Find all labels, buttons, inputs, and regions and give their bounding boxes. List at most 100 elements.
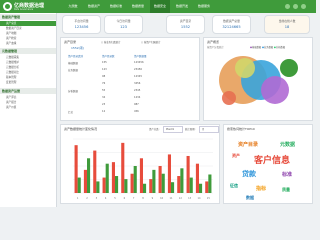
hot-word[interactable]: 元数据 — [280, 141, 295, 148]
bar[interactable] — [74, 145, 78, 193]
panel-title: 资产数据量统计变化情况 — [64, 127, 98, 131]
hot-word[interactable]: 贷款 — [242, 169, 256, 179]
table-row[interactable]: 98 12345 — [66, 74, 176, 80]
user-area[interactable] — [283, 0, 313, 13]
bar[interactable] — [102, 177, 106, 193]
table-row[interactable]: 基础数据 155 123456 — [66, 60, 176, 66]
hot-word[interactable]: 指标 — [256, 185, 266, 192]
stat-value: 123456 — [74, 25, 89, 29]
bar[interactable] — [87, 158, 91, 193]
stat-value: 18 — [284, 25, 290, 29]
nav-item-3[interactable]: 数据标准 — [106, 0, 126, 13]
bar[interactable] — [83, 169, 87, 193]
bar[interactable] — [130, 173, 134, 193]
table-cell: 98 — [102, 75, 106, 78]
bar[interactable] — [152, 169, 156, 193]
bubble[interactable] — [222, 91, 236, 105]
bar[interactable] — [143, 183, 147, 193]
hot-word[interactable]: 资产 — [232, 153, 240, 159]
table-row[interactable]: 分析数据 55 2345 — [66, 88, 176, 94]
stat-label: 当前在线人数 — [278, 19, 296, 23]
table-cell: 123456 — [134, 61, 144, 64]
bar[interactable] — [77, 177, 81, 193]
sidebar-item[interactable]: 资产价值 — [0, 105, 56, 110]
table-row[interactable]: 23 987 — [66, 102, 176, 108]
bar[interactable] — [121, 142, 125, 193]
bubble[interactable] — [261, 76, 289, 104]
table-row[interactable]: 34 1234 — [66, 95, 176, 101]
table-cell: 76 — [102, 82, 106, 85]
x-tick-label: 6 — [124, 197, 126, 200]
column-header: 资产目录类别 — [68, 55, 84, 58]
bar[interactable] — [180, 168, 184, 193]
category-select[interactable]: Plan01 — [163, 126, 183, 133]
sidebar-section-assets[interactable]: 数据资产管理 — [0, 14, 56, 20]
settings-icon[interactable] — [301, 4, 306, 9]
bar[interactable] — [195, 163, 199, 193]
table-row[interactable]: 汇总 12 456 — [66, 109, 176, 115]
asset-overview-panel: 资产概览 按资产分类统计 ●基础数据 ●业务数据 ●分析数据 — [203, 37, 313, 121]
bar[interactable] — [124, 179, 128, 193]
asset-total: 1552(项) — [71, 46, 84, 50]
panel-title: 资产概览 — [207, 40, 220, 44]
sidebar-section-operations[interactable]: 数据资产运营 — [0, 88, 56, 94]
bar[interactable] — [171, 182, 175, 193]
stat-label: 资产目录 — [179, 19, 192, 23]
nav-item-6[interactable]: 数据开发 — [172, 0, 192, 13]
bar[interactable] — [161, 173, 165, 193]
table-row[interactable]: 业务数据 123 23456 — [66, 67, 176, 73]
bubble[interactable] — [280, 59, 298, 77]
bar[interactable] — [177, 176, 181, 193]
stat-card: 数据资产总量 32124665 — [212, 15, 251, 34]
nav-item-4[interactable]: 数据质量 — [128, 0, 148, 13]
brand-subtitle: Data Governance — [14, 8, 34, 11]
message-icon[interactable] — [293, 4, 298, 9]
bar[interactable] — [186, 155, 190, 193]
period-select[interactable]: 月 — [199, 126, 219, 133]
bar[interactable] — [205, 181, 209, 193]
bar[interactable] — [96, 181, 100, 193]
table-cell: 23 — [102, 103, 106, 106]
hot-word[interactable]: 资产目录 — [238, 141, 258, 148]
table-cell: 55 — [102, 89, 106, 92]
bar[interactable] — [105, 163, 109, 193]
bar[interactable] — [93, 150, 97, 193]
table-cell: 23456 — [134, 68, 142, 71]
panel-title: 搜索热词统计TOP10 — [227, 127, 255, 131]
hot-word[interactable]: 数据 — [246, 195, 254, 201]
bar[interactable] — [189, 177, 193, 193]
tab-business[interactable]: ○ 按业务归类统计 — [101, 40, 121, 44]
nav-item-1[interactable]: 九鼎数 — [64, 0, 82, 13]
bar[interactable] — [199, 183, 203, 193]
bar[interactable] — [133, 166, 137, 193]
hot-word[interactable]: 客户信息 — [254, 153, 290, 166]
bar[interactable] — [149, 179, 153, 193]
bar[interactable] — [167, 154, 171, 193]
nav-item-7[interactable]: 数据服务 — [194, 0, 214, 13]
bar[interactable] — [208, 174, 212, 193]
sidebar-item[interactable]: 变更管理 — [0, 80, 56, 85]
table-cell: 1234 — [134, 96, 141, 99]
bar[interactable] — [111, 162, 115, 193]
table-row[interactable]: 76 3456 — [66, 81, 176, 87]
user-icon[interactable] — [285, 4, 290, 9]
nav-item-2[interactable]: 数据资产 — [84, 0, 104, 13]
stat-value: 123 — [120, 25, 127, 29]
hot-word[interactable]: 征信 — [230, 183, 238, 189]
sidebar-section-metadata[interactable]: 元数据管理 — [0, 48, 56, 54]
stat-value: 32124665 — [222, 25, 241, 29]
nav-item-5[interactable]: 数据安全 — [150, 0, 170, 13]
sidebar-item[interactable]: 资产血缘 — [0, 41, 56, 46]
legend: ●基础数据 ●业务数据 ●分析数据 — [250, 45, 285, 49]
bar[interactable] — [139, 158, 143, 193]
x-tick-label: 3 — [96, 197, 98, 200]
bubble[interactable] — [235, 58, 255, 78]
hot-word[interactable]: 质量 — [282, 187, 290, 193]
trend-chart-panel: 资产数据量统计变化情况 资产分类: Plan01 统计周期: 月 1234567… — [60, 124, 220, 204]
hot-word[interactable]: 标准 — [282, 171, 292, 178]
bar[interactable] — [158, 166, 162, 193]
stat-card: 当前在线人数 18 — [264, 15, 310, 34]
tab-ownership[interactable]: ○ 按资产归属统计 — [141, 40, 161, 44]
x-tick-label: 10 — [160, 197, 164, 200]
bar[interactable] — [115, 176, 119, 193]
